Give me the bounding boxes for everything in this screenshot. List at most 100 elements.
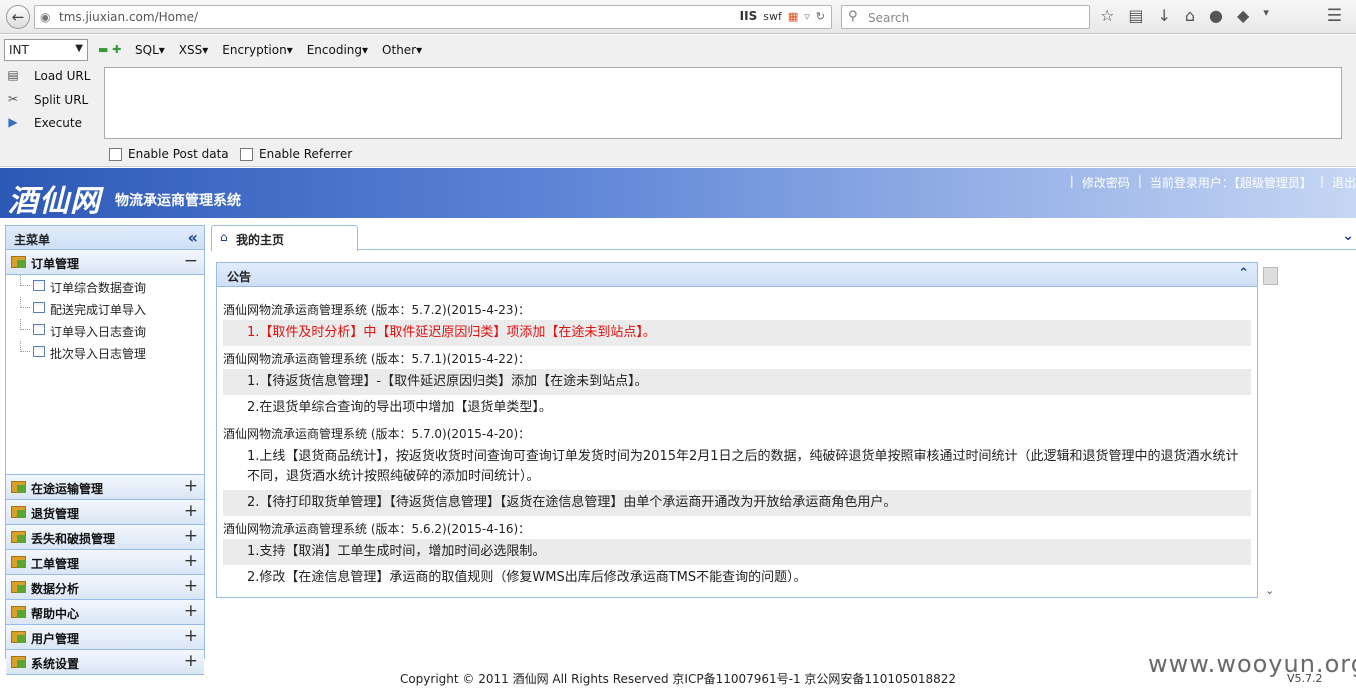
grid-icon bbox=[33, 324, 45, 335]
version-label: V5.7.2 bbox=[1287, 672, 1323, 685]
tab-home-label: 我的主页 bbox=[236, 233, 285, 247]
menu-other[interactable]: Other▾ bbox=[382, 43, 422, 57]
search-icon: ⚲ bbox=[848, 9, 858, 24]
expand-group-icon[interactable]: + bbox=[184, 601, 198, 621]
tab-scroll-icon[interactable]: ⌄ bbox=[1342, 228, 1354, 244]
addon-icon[interactable]: ◆ bbox=[1237, 6, 1249, 25]
checkbox-box[interactable] bbox=[240, 147, 253, 161]
bookmark-star-icon[interactable]: ☆ bbox=[1100, 6, 1114, 25]
reload-icon[interactable]: ↻ bbox=[816, 10, 825, 23]
execute-button[interactable]: ▶ Execute bbox=[4, 115, 82, 131]
expand-group-icon[interactable]: + bbox=[184, 476, 198, 496]
back-button[interactable]: ← bbox=[6, 5, 30, 29]
reading-list-icon[interactable]: ▤ bbox=[1128, 6, 1143, 25]
grid-icon bbox=[33, 346, 45, 357]
scroll-down-icon[interactable]: ⌄ bbox=[1265, 584, 1274, 597]
split-url-label: Split URL bbox=[34, 93, 89, 107]
load-url-label: Load URL bbox=[34, 69, 91, 83]
scissors-icon: ✂ bbox=[7, 92, 19, 106]
globe-icon: ◉ bbox=[40, 10, 51, 24]
menu-sql[interactable]: SQL▾ bbox=[135, 43, 165, 57]
collapse-group-icon[interactable]: − bbox=[184, 251, 198, 271]
download-icon[interactable]: ↓ bbox=[1157, 6, 1170, 25]
sidebar-subitem[interactable]: 批次导入日志管理 bbox=[6, 341, 204, 363]
home-icon[interactable]: ⌂ bbox=[1185, 6, 1195, 25]
group-label: 订单管理 bbox=[31, 257, 80, 271]
load-url-button[interactable]: ▤ Load URL bbox=[4, 68, 90, 84]
notice-item: 1.【取件及时分析】中【取件延迟原因归类】项添加【在途未到站点】。 bbox=[223, 320, 1251, 346]
url-textarea[interactable] bbox=[104, 67, 1342, 139]
site-header: 酒仙网 物流承运商管理系统 | 修改密码 | 当前登录用户：【超级管理员】 | … bbox=[0, 168, 1356, 219]
sidebar-subitem[interactable]: 订单综合数据查询 bbox=[6, 275, 204, 297]
scrollbar-thumb[interactable] bbox=[1263, 267, 1278, 285]
order-management-items: 订单综合数据查询 配送完成订单导入 订单导入日志查询 批次导入日志管理 bbox=[6, 275, 204, 475]
change-password-link[interactable]: 修改密码 bbox=[1082, 174, 1130, 191]
tab-home[interactable]: ⌂ 我的主页 bbox=[211, 225, 358, 251]
menu-encryption[interactable]: Encryption▾ bbox=[222, 43, 292, 57]
menu-xss[interactable]: XSS▾ bbox=[179, 43, 208, 57]
addon-dropdown-icon[interactable]: ▾ bbox=[1263, 6, 1269, 25]
grid-icon bbox=[33, 302, 45, 313]
notice-item: 1.上线【退货商品统计】，按返货收货时间查询可查询订单发货时间为2015年2月1… bbox=[247, 449, 1239, 484]
expand-group-icon[interactable]: + bbox=[184, 576, 198, 596]
home-icon: ⌂ bbox=[220, 230, 228, 244]
type-select[interactable]: INT ▼ bbox=[4, 39, 88, 61]
sidebar-group[interactable]: 在途运输管理 + bbox=[6, 475, 204, 500]
sidebar-group[interactable]: 用户管理 + bbox=[6, 625, 204, 650]
sidebar-group[interactable]: 退货管理 + bbox=[6, 500, 204, 525]
vertical-scrollbar[interactable]: ⌄ bbox=[1263, 267, 1279, 597]
expand-group-icon[interactable]: + bbox=[184, 501, 198, 521]
sidebar-subitem[interactable]: 配送完成订单导入 bbox=[6, 297, 204, 319]
browser-nav-icons: ☆ ▤ ↓ ⌂ ● ◆ ▾ bbox=[1100, 6, 1269, 25]
sidebar-group[interactable]: 帮助中心 + bbox=[6, 600, 204, 625]
search-box[interactable]: ⚲ Search bbox=[841, 5, 1090, 29]
menu-encoding[interactable]: Encoding▾ bbox=[307, 43, 368, 57]
sidebar-group[interactable]: 丢失和破损管理 + bbox=[6, 525, 204, 550]
system-title: 物流承运商管理系统 bbox=[115, 193, 241, 209]
sidebar-subitem[interactable]: 订单导入日志查询 bbox=[6, 319, 204, 341]
folder-icon bbox=[11, 656, 26, 668]
iis-icon[interactable]: IIS bbox=[740, 9, 758, 23]
folder-icon bbox=[11, 556, 26, 568]
notice-version-header: 酒仙网物流承运商管理系统 (版本：5.7.1)(2015-4-22)： bbox=[223, 346, 1251, 369]
expand-group-icon[interactable]: + bbox=[184, 551, 198, 571]
sidebar-group[interactable]: 数据分析 + bbox=[6, 575, 204, 600]
hamburger-menu-icon[interactable]: ☰ bbox=[1327, 6, 1342, 26]
sidebar-group[interactable]: 工单管理 + bbox=[6, 550, 204, 575]
chat-icon[interactable]: ● bbox=[1209, 6, 1223, 25]
windows-icon[interactable]: ▦ bbox=[788, 10, 798, 23]
header-links: | 修改密码 | 当前登录用户：【超级管理员】 | 退出 bbox=[1070, 174, 1356, 191]
enable-post-checkbox[interactable]: Enable Post data bbox=[109, 147, 229, 161]
notice-panel: 公告 ⌃ 酒仙网物流承运商管理系统 (版本：5.7.2)(2015-4-23)：… bbox=[216, 262, 1258, 598]
notice-panel-header: 公告 ⌃ bbox=[217, 263, 1257, 287]
enable-referrer-checkbox[interactable]: Enable Referrer bbox=[240, 147, 352, 161]
expand-group-icon[interactable]: + bbox=[184, 651, 198, 671]
play-icon: ▶ bbox=[8, 115, 18, 129]
notice-item: 2.【待打印取货单管理】【待返货信息管理】【返货在途信息管理】由单个承运商开通改… bbox=[223, 490, 1251, 516]
url-text[interactable]: tms.jiuxian.com/Home/ bbox=[59, 10, 198, 24]
folder-icon bbox=[11, 481, 26, 493]
logo: 酒仙网 bbox=[8, 184, 101, 219]
notice-version-header: 酒仙网物流承运商管理系统 (版本：5.6.2)(2015-4-16)： bbox=[223, 516, 1251, 539]
notice-body: 酒仙网物流承运商管理系统 (版本：5.7.2)(2015-4-23)： 1.【取件… bbox=[223, 297, 1251, 597]
sidebar-group-order-management[interactable]: 订单管理 − bbox=[6, 250, 204, 275]
collapse-panel-icon[interactable]: ⌃ bbox=[1238, 266, 1249, 281]
sidebar-title: 主菜单 bbox=[14, 233, 51, 247]
notice-version-header: 酒仙网物流承运商管理系统 (版本：5.7.0)(2015-4-20)： bbox=[223, 421, 1251, 444]
increment-decrement-icons[interactable]: ▬ ✚ bbox=[98, 43, 121, 56]
split-url-button[interactable]: ✂ Split URL bbox=[4, 92, 88, 108]
notice-item: 1.支持【取消】工单生成时间，增加时间必选限制。 bbox=[223, 539, 1251, 565]
checkbox-box[interactable] bbox=[109, 147, 122, 161]
browser-toolbar: ← ◉ tms.jiuxian.com/Home/ IIS swf ▦ ▿ ↻ … bbox=[0, 0, 1356, 34]
watermark: www.wooyun.org bbox=[1148, 650, 1356, 678]
hackbar-panel: INT ▼ ▬ ✚ SQL▾ XSS▾ Encryption▾ Encoding… bbox=[0, 35, 1356, 167]
enable-post-label: Enable Post data bbox=[128, 147, 229, 161]
expand-group-icon[interactable]: + bbox=[184, 626, 198, 646]
tab-strip: ⌂ 我的主页 ⌄ bbox=[211, 225, 1356, 251]
expand-group-icon[interactable]: + bbox=[184, 526, 198, 546]
collapse-sidebar-icon[interactable]: « bbox=[188, 228, 198, 247]
logout-link[interactable]: 退出 bbox=[1332, 174, 1356, 191]
address-bar[interactable]: ◉ tms.jiuxian.com/Home/ IIS swf ▦ ▿ ↻ bbox=[34, 5, 832, 29]
dropdown-icon[interactable]: ▿ bbox=[804, 10, 810, 23]
swf-icon[interactable]: swf bbox=[763, 10, 782, 23]
